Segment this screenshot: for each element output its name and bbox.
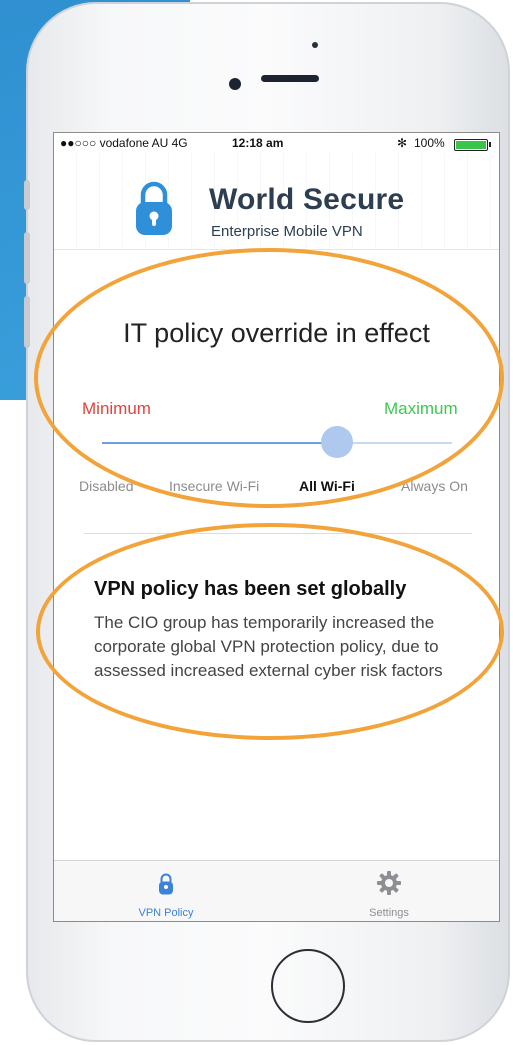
stop-always-on[interactable]: Always On	[401, 478, 468, 494]
policy-slider-thumb[interactable]	[320, 426, 353, 458]
stop-disabled[interactable]: Disabled	[79, 478, 133, 494]
tab-bar: VPN Policy Settings	[54, 860, 499, 921]
battery-nub	[489, 142, 491, 147]
gear-icon	[377, 871, 401, 895]
front-camera	[229, 78, 241, 90]
tab-settings-label: Settings	[369, 907, 409, 919]
volume-down-button[interactable]	[24, 296, 30, 348]
maximum-label: Maximum	[384, 399, 458, 418]
policy-slider-fill	[102, 442, 337, 444]
tab-vpn-policy[interactable]: VPN Policy	[116, 861, 216, 921]
battery-percent: 100%	[414, 136, 445, 150]
app-subtitle: Enterprise Mobile VPN	[211, 223, 363, 240]
volume-up-button[interactable]	[24, 232, 30, 284]
mute-switch[interactable]	[24, 180, 30, 210]
message-body: The CIO group has temporarily increased …	[94, 613, 443, 680]
phone-screen: ●●○○○ vodafone AU 4G 12:18 am ✻ 100% Wor…	[53, 132, 500, 922]
clock: 12:18 am	[232, 136, 284, 150]
app-title: World Secure	[209, 183, 405, 216]
status-bar: ●●○○○ vodafone AU 4G 12:18 am ✻ 100%	[54, 133, 499, 153]
section-divider	[84, 533, 472, 534]
bluetooth-icon: ✻	[397, 136, 408, 150]
policy-heading: IT policy override in effect	[123, 318, 430, 348]
tab-settings[interactable]: Settings	[339, 861, 439, 921]
stop-all-wifi[interactable]: All Wi-Fi	[299, 478, 355, 494]
minimum-label: Minimum	[82, 399, 151, 418]
home-button[interactable]	[271, 949, 345, 1023]
stop-insecure-wifi[interactable]: Insecure Wi-Fi	[169, 478, 259, 494]
lock-icon	[159, 873, 173, 895]
tab-vpn-policy-label: VPN Policy	[138, 907, 194, 919]
message-title: VPN policy has been set globally	[94, 578, 407, 600]
earpiece-speaker	[261, 75, 319, 82]
sensor-dot	[312, 42, 318, 48]
padlock-logo-icon	[136, 181, 172, 235]
app-header: World Secure Enterprise Mobile VPN	[54, 153, 499, 250]
carrier-label: ●●○○○ vodafone AU 4G	[60, 136, 188, 150]
battery-icon	[454, 139, 488, 151]
